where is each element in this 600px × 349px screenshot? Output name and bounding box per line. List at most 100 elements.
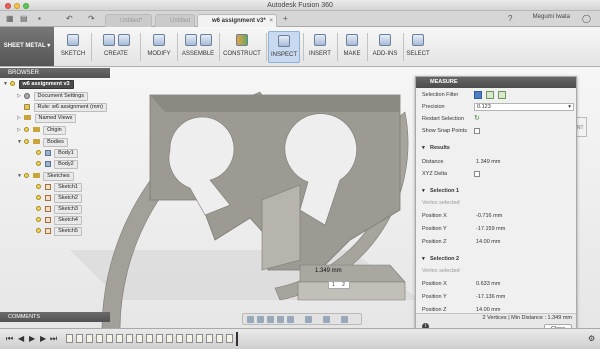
timeline-feature-icon[interactable] bbox=[66, 334, 73, 343]
browser-item-sketch1[interactable]: Sketch1 bbox=[36, 183, 82, 192]
timeline-feature-icon[interactable] bbox=[206, 334, 213, 343]
collapse-icon[interactable]: ▼ bbox=[17, 138, 22, 147]
toolbar-group-select[interactable]: SELECT bbox=[405, 31, 431, 63]
fit-icon[interactable] bbox=[287, 316, 294, 323]
expand-icon[interactable]: ▷ bbox=[17, 126, 21, 135]
timeline-feature-icon[interactable] bbox=[96, 334, 103, 343]
timeline-feature-icon[interactable] bbox=[86, 334, 93, 343]
visibility-icon[interactable] bbox=[36, 184, 41, 190]
close-window-button[interactable] bbox=[5, 3, 11, 9]
measure-dialog-header[interactable]: MEASURE bbox=[416, 77, 576, 88]
browser-root[interactable]: ▼ w6 assignment v3 bbox=[3, 80, 74, 89]
visibility-icon[interactable] bbox=[24, 173, 29, 179]
browser-item-body2[interactable]: Body2 bbox=[36, 160, 78, 169]
visibility-icon[interactable] bbox=[24, 139, 29, 145]
visibility-icon[interactable] bbox=[36, 150, 41, 156]
timeline-feature-icon[interactable] bbox=[216, 334, 223, 343]
zoom-icon[interactable] bbox=[277, 316, 284, 323]
visibility-icon[interactable] bbox=[36, 228, 41, 234]
look-at-icon[interactable] bbox=[257, 316, 264, 323]
xyz-delta-checkbox[interactable] bbox=[474, 171, 480, 177]
selection-1-section-header[interactable]: ▾ Selection 1 bbox=[416, 186, 576, 196]
timeline-feature-icon[interactable] bbox=[106, 334, 113, 343]
go-to-end-icon[interactable]: ⏭ bbox=[50, 334, 57, 344]
browser-item-sketch2[interactable]: Sketch2 bbox=[36, 194, 82, 203]
collapse-icon[interactable]: ▼ bbox=[3, 80, 8, 89]
timeline-feature-icon[interactable] bbox=[156, 334, 163, 343]
browser-item-bodies[interactable]: ▼ Bodies bbox=[17, 138, 68, 147]
toolbar-group-inspect[interactable]: INSPECT bbox=[268, 31, 300, 63]
visibility-icon[interactable] bbox=[36, 195, 41, 201]
restart-icon[interactable]: ↻ bbox=[474, 114, 480, 124]
tab-w6-assignment[interactable]: w6 assignment v3* × bbox=[197, 14, 277, 27]
timeline-settings-icon[interactable]: ⚙ bbox=[588, 334, 595, 343]
timeline-feature-icon[interactable] bbox=[126, 334, 133, 343]
toolbar-group-create[interactable]: CREATE bbox=[95, 31, 137, 63]
comments-panel-header[interactable]: COMMENTS bbox=[0, 312, 110, 322]
visibility-icon[interactable] bbox=[36, 206, 41, 212]
filter-edge-icon[interactable] bbox=[486, 91, 494, 99]
toolbar-group-construct[interactable]: CONSTRUCT bbox=[221, 31, 263, 63]
results-section-header[interactable]: ▾ Results bbox=[416, 143, 576, 153]
display-settings-icon[interactable] bbox=[305, 316, 312, 323]
file-menu-icon[interactable]: ▤ bbox=[20, 14, 28, 23]
step-back-icon[interactable]: ◀ bbox=[18, 334, 24, 343]
browser-item-body1[interactable]: Body1 bbox=[36, 149, 78, 158]
expand-icon[interactable]: ▷ bbox=[17, 114, 21, 123]
data-panel-icon[interactable]: ▦ bbox=[6, 14, 14, 23]
timeline-feature-icon[interactable] bbox=[116, 334, 123, 343]
timeline-feature-icon[interactable] bbox=[176, 334, 183, 343]
browser-item-named-views[interactable]: ▷ Named Views bbox=[17, 114, 77, 123]
browser-item-sketches[interactable]: ▼ Sketches bbox=[17, 172, 74, 181]
toolbar-group-add-ins[interactable]: ADD-INS bbox=[369, 31, 401, 63]
timeline-feature-icon[interactable] bbox=[186, 334, 193, 343]
browser-header[interactable]: BROWSER bbox=[0, 68, 110, 78]
user-name[interactable]: Megumi Iwata bbox=[533, 14, 570, 20]
redo-icon[interactable]: ↷ bbox=[88, 14, 95, 23]
expand-icon[interactable]: ▷ bbox=[17, 92, 21, 101]
visibility-icon[interactable] bbox=[10, 81, 15, 87]
browser-item-sketch5[interactable]: Sketch5 bbox=[36, 227, 82, 236]
timeline-feature-icon[interactable] bbox=[166, 334, 173, 343]
play-icon[interactable]: ▶ bbox=[29, 334, 35, 343]
tab-untitled-1[interactable]: Untitled* bbox=[105, 14, 152, 27]
close-tab-icon[interactable]: × bbox=[269, 15, 273, 27]
toolbar-group-modify[interactable]: MODIFY bbox=[143, 31, 175, 63]
workspace-switcher[interactable]: SHEET METAL ▾ bbox=[0, 27, 54, 66]
grid-settings-icon[interactable] bbox=[323, 316, 330, 323]
browser-item-rule[interactable]: Rule: w6 assignment (mm) bbox=[24, 103, 107, 112]
snap-points-checkbox[interactable] bbox=[474, 128, 480, 134]
help-icon[interactable]: ? bbox=[508, 14, 512, 23]
timeline-feature-icon[interactable] bbox=[76, 334, 83, 343]
browser-item-sketch4[interactable]: Sketch4 bbox=[36, 216, 82, 225]
filter-face-icon[interactable] bbox=[474, 91, 482, 99]
collapse-icon[interactable]: ▼ bbox=[17, 172, 22, 181]
go-to-start-icon[interactable]: ⏮ bbox=[6, 334, 13, 344]
minimize-window-button[interactable] bbox=[14, 3, 20, 9]
timeline-feature-icon[interactable] bbox=[226, 334, 233, 343]
toolbar-group-assemble[interactable]: ASSEMBLE bbox=[179, 31, 217, 63]
toolbar-group-make[interactable]: MAKE bbox=[339, 31, 365, 63]
visibility-icon[interactable] bbox=[24, 127, 29, 133]
toolbar-group-sketch[interactable]: SKETCH bbox=[58, 31, 88, 63]
visibility-icon[interactable] bbox=[36, 217, 41, 223]
step-forward-icon[interactable]: ▶ bbox=[40, 334, 46, 343]
save-icon[interactable]: ▪ bbox=[38, 14, 41, 23]
orbit-icon[interactable] bbox=[247, 316, 254, 323]
tab-untitled-2[interactable]: Untitled bbox=[155, 14, 195, 27]
timeline-marker[interactable] bbox=[236, 332, 238, 346]
timeline-feature-icon[interactable] bbox=[196, 334, 203, 343]
new-tab-icon[interactable]: + bbox=[283, 14, 288, 23]
viewports-icon[interactable] bbox=[341, 316, 348, 323]
precision-dropdown[interactable]: 0.123 ▾ bbox=[474, 103, 574, 111]
browser-item-sketch3[interactable]: Sketch3 bbox=[36, 205, 82, 214]
timeline-feature-icon[interactable] bbox=[136, 334, 143, 343]
help-circle-icon[interactable]: ◯ bbox=[582, 14, 591, 23]
filter-vertex-icon[interactable] bbox=[498, 91, 506, 99]
toolbar-group-insert[interactable]: INSERT bbox=[305, 31, 335, 63]
selection-2-section-header[interactable]: ▾ Selection 2 bbox=[416, 254, 576, 264]
zoom-window-button[interactable] bbox=[23, 3, 29, 9]
browser-item-document-settings[interactable]: ▷ Document Settings bbox=[17, 92, 88, 101]
undo-icon[interactable]: ↶ bbox=[66, 14, 73, 23]
timeline-feature-icon[interactable] bbox=[146, 334, 153, 343]
